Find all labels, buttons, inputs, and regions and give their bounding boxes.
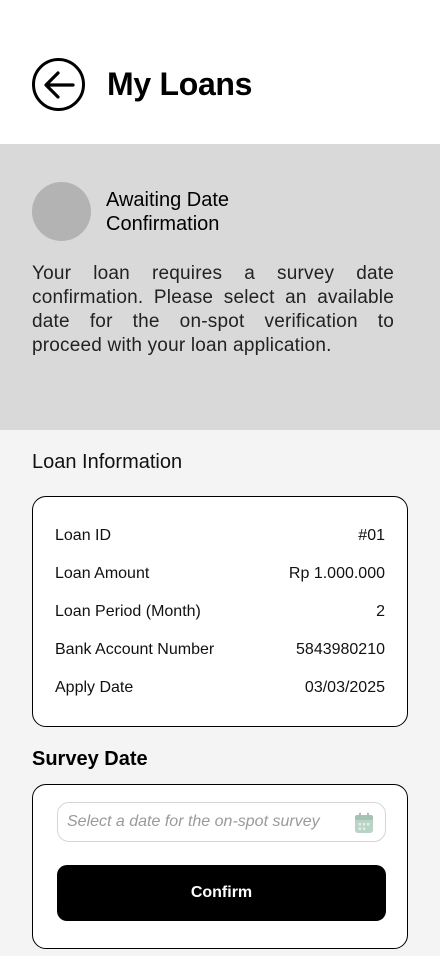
app-header: My Loans [0,0,440,144]
date-field [57,802,386,842]
info-value: #01 [358,527,385,544]
info-row-apply-date: Apply Date 03/03/2025 [55,677,385,699]
status-panel: Awaiting Date Confirmation Your loan req… [0,144,440,430]
info-value: 5843980210 [296,641,385,658]
status-avatar [32,182,91,241]
loan-info-card: Loan ID #01 Loan Amount Rp 1.000.000 Loa… [32,496,408,727]
arrow-left-icon [43,70,75,99]
info-label: Loan Amount [55,565,150,582]
back-button[interactable] [32,58,85,111]
loan-information-heading: Loan Information [32,451,183,473]
survey-date-input[interactable] [58,803,385,841]
page-title: My Loans [107,66,253,102]
info-label: Bank Account Number [55,641,215,658]
info-value: Rp 1.000.000 [288,565,385,582]
info-row-loan-amount: Loan Amount Rp 1.000.000 [55,563,385,585]
info-value: 03/03/2025 [304,679,385,696]
info-label: Loan Period (Month) [55,603,201,620]
info-row-bank-account: Bank Account Number 5843980210 [55,639,385,661]
info-row-loan-id: Loan ID #01 [55,525,385,547]
calendar-icon[interactable] [354,812,374,834]
info-row-loan-period: Loan Period (Month) 2 [55,601,385,623]
info-label: Loan ID [55,527,112,544]
survey-card: Confirm [32,784,408,949]
info-label: Apply Date [55,679,134,696]
status-title: Awaiting Date Confirmation [106,189,230,235]
info-value: 2 [376,603,385,620]
survey-date-heading: Survey Date [32,748,148,770]
status-description: Your loan requires a survey date confirm… [32,263,394,356]
confirm-button[interactable]: Confirm [57,865,386,921]
